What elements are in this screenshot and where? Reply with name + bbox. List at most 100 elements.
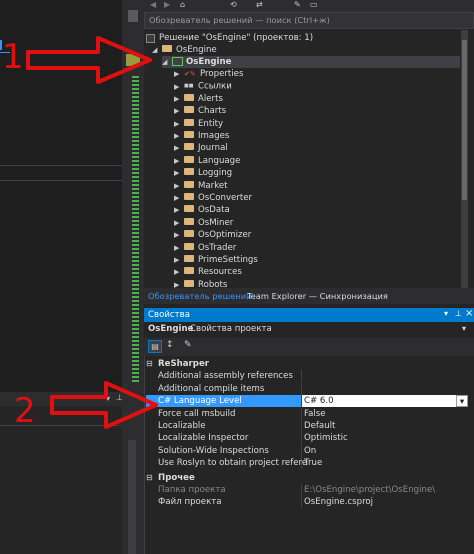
property-name: Use Roslyn to obtain project references xyxy=(158,458,308,469)
property-row[interactable]: Additional compile items xyxy=(146,382,468,395)
property-value[interactable]: False xyxy=(304,408,326,420)
change-marker xyxy=(132,224,139,226)
folder-icon xyxy=(184,217,194,225)
collapsed-triangle-icon[interactable]: ▶ xyxy=(174,155,184,167)
collapsed-triangle-icon[interactable]: ▶ xyxy=(174,81,184,93)
property-row[interactable]: Use Roslyn to obtain project referencesT… xyxy=(146,457,468,470)
collapsed-triangle-icon[interactable]: ▶ xyxy=(174,68,184,80)
collapsed-triangle-icon[interactable]: ▶ xyxy=(174,217,184,229)
tree-item[interactable]: ▶ PrimeSettings xyxy=(174,254,258,266)
tree-item[interactable]: ▶ Market xyxy=(174,180,228,192)
collapsed-triangle-icon[interactable]: ▶ xyxy=(174,242,184,254)
collapse-icon[interactable]: ⊟ xyxy=(146,472,153,484)
change-marker xyxy=(132,116,139,118)
solution-folder-node[interactable]: ◢ OsEngine xyxy=(152,44,217,56)
collapsed-triangle-icon[interactable]: ▶ xyxy=(174,204,184,216)
property-row[interactable]: Force call msbuild False xyxy=(146,407,468,420)
collapsed-triangle-icon[interactable]: ▶ xyxy=(174,118,184,130)
property-row[interactable]: Additional assembly references xyxy=(146,370,468,383)
tree-item[interactable]: ▶ Images xyxy=(174,130,229,142)
preview-icon[interactable]: ▭ xyxy=(310,0,318,9)
solution-explorer-scroll-thumb[interactable] xyxy=(462,40,467,200)
collapsed-triangle-icon[interactable]: ▶ xyxy=(174,93,184,105)
dropdown-icon[interactable]: ▾ xyxy=(444,309,448,318)
property-row[interactable]: Localizable Inspector Optimistic xyxy=(146,432,468,445)
property-category[interactable]: ⊟ Прочее xyxy=(146,472,468,484)
sync-icon[interactable]: ⇄ xyxy=(256,0,263,9)
tree-item[interactable]: ▶ Language xyxy=(174,155,240,167)
collapse-icon[interactable]: ⊟ xyxy=(146,358,153,370)
alphabetical-icon[interactable]: ↕ xyxy=(166,340,174,350)
property-value[interactable]: On xyxy=(304,445,316,457)
annotation-arrow-2 xyxy=(50,381,158,429)
tree-item[interactable]: ▶ ■■ Ссылки xyxy=(174,80,232,92)
tree-item[interactable]: ▶ OsOptimizer xyxy=(174,229,251,241)
collapsed-triangle-icon[interactable]: ▶ xyxy=(174,105,184,117)
tree-item[interactable]: ▶ ✔✎ Properties xyxy=(174,68,243,80)
change-marker xyxy=(132,336,139,338)
property-value[interactable]: True xyxy=(304,457,322,469)
tree-item[interactable]: ▶ OsConverter xyxy=(174,192,252,204)
tree-item[interactable]: ▶ Journal xyxy=(174,142,228,154)
pin-icon[interactable]: ⊥ xyxy=(455,309,462,318)
collapsed-triangle-icon[interactable]: ▶ xyxy=(174,192,184,204)
project-node[interactable]: ◢ OsEngine xyxy=(162,56,460,68)
change-marker xyxy=(132,192,139,194)
property-value[interactable]: Optimistic xyxy=(304,432,348,444)
change-marker xyxy=(132,172,139,174)
change-marker xyxy=(132,188,139,190)
collapsed-triangle-icon[interactable]: ▶ xyxy=(174,130,184,142)
collapsed-triangle-icon[interactable]: ▶ xyxy=(174,254,184,266)
chevron-down-icon[interactable]: ▾ xyxy=(462,324,466,333)
properties-object-selector[interactable]: OsEngine Свойства проекта ▾ xyxy=(144,322,474,338)
change-marker xyxy=(132,184,139,186)
scroll-arrow-up-icon[interactable] xyxy=(128,10,138,22)
tree-item[interactable]: ▶ Alerts xyxy=(174,93,223,105)
back-icon[interactable]: ◀ xyxy=(150,0,156,9)
solution-search-input[interactable]: Обозреватель решений — поиск (Ctrl+ж) xyxy=(144,12,474,29)
folder-icon xyxy=(184,205,194,213)
folder-icon xyxy=(184,118,194,126)
property-value[interactable]: OsEngine.csproj xyxy=(304,496,373,508)
tree-item[interactable]: ▶ Entity xyxy=(174,118,223,130)
tree-item[interactable]: ▶ Resources xyxy=(174,266,242,278)
property-row[interactable]: Папка проекта E:\OsEngine\project\OsEngin… xyxy=(146,484,468,496)
tree-item[interactable]: ▶ Charts xyxy=(174,105,226,117)
tab-team-explorer[interactable]: Team Explorer — Синхронизация xyxy=(247,290,388,302)
change-marker xyxy=(132,164,139,166)
tab-solution-explorer[interactable]: Обозреватель решений xyxy=(148,290,252,302)
property-value[interactable]: C# 6.0 xyxy=(302,395,456,408)
project-label: OsEngine xyxy=(186,57,232,67)
property-value[interactable]: E:\OsEngine\project\OsEngine\ xyxy=(304,484,435,496)
property-row[interactable]: Localizable Default xyxy=(146,420,468,432)
home-icon[interactable]: ⌂ xyxy=(180,0,185,9)
property-value[interactable]: Default xyxy=(304,420,335,432)
property-row[interactable]: Solution-Wide Inspections On xyxy=(146,444,468,457)
expanded-triangle-icon[interactable]: ◢ xyxy=(162,56,172,68)
change-marker xyxy=(132,348,139,350)
collapsed-triangle-icon[interactable]: ▶ xyxy=(174,142,184,154)
collapsed-triangle-icon[interactable]: ▶ xyxy=(174,229,184,241)
collapsed-triangle-icon[interactable]: ▶ xyxy=(174,167,184,179)
collapsed-triangle-icon[interactable]: ▶ xyxy=(174,180,184,192)
change-marker xyxy=(132,232,139,234)
chevron-down-icon[interactable]: ▾ xyxy=(456,395,468,408)
property-row[interactable]: C# Language Level C# 6.0 ▾ xyxy=(146,395,468,408)
properties-wrench-icon[interactable]: ✎ xyxy=(294,0,301,9)
output-scroll-thumb[interactable] xyxy=(128,440,136,554)
tree-item[interactable]: ▶ OsMiner xyxy=(174,217,233,229)
property-category[interactable]: ⊟ ReSharper xyxy=(146,358,468,370)
change-marker xyxy=(132,108,139,110)
history-icon[interactable]: ⟲ xyxy=(230,0,237,9)
tree-item[interactable]: ▶ OsTrader xyxy=(174,242,236,254)
categorized-icon[interactable]: ▤ xyxy=(148,340,162,353)
property-pages-icon[interactable]: ✎ xyxy=(184,340,192,350)
forward-icon[interactable]: ▶ xyxy=(164,0,170,9)
close-icon[interactable]: × xyxy=(465,308,473,319)
tree-item[interactable]: ▶ Logging xyxy=(174,167,232,179)
change-marker xyxy=(132,148,139,150)
collapsed-triangle-icon[interactable]: ▶ xyxy=(174,266,184,278)
tree-item[interactable]: ▶ OsData xyxy=(174,204,230,216)
property-row[interactable]: Файл проекта OsEngine.csproj xyxy=(146,496,468,509)
solution-node[interactable]: Решение "OsEngine" (проектов: 1) xyxy=(146,32,313,44)
